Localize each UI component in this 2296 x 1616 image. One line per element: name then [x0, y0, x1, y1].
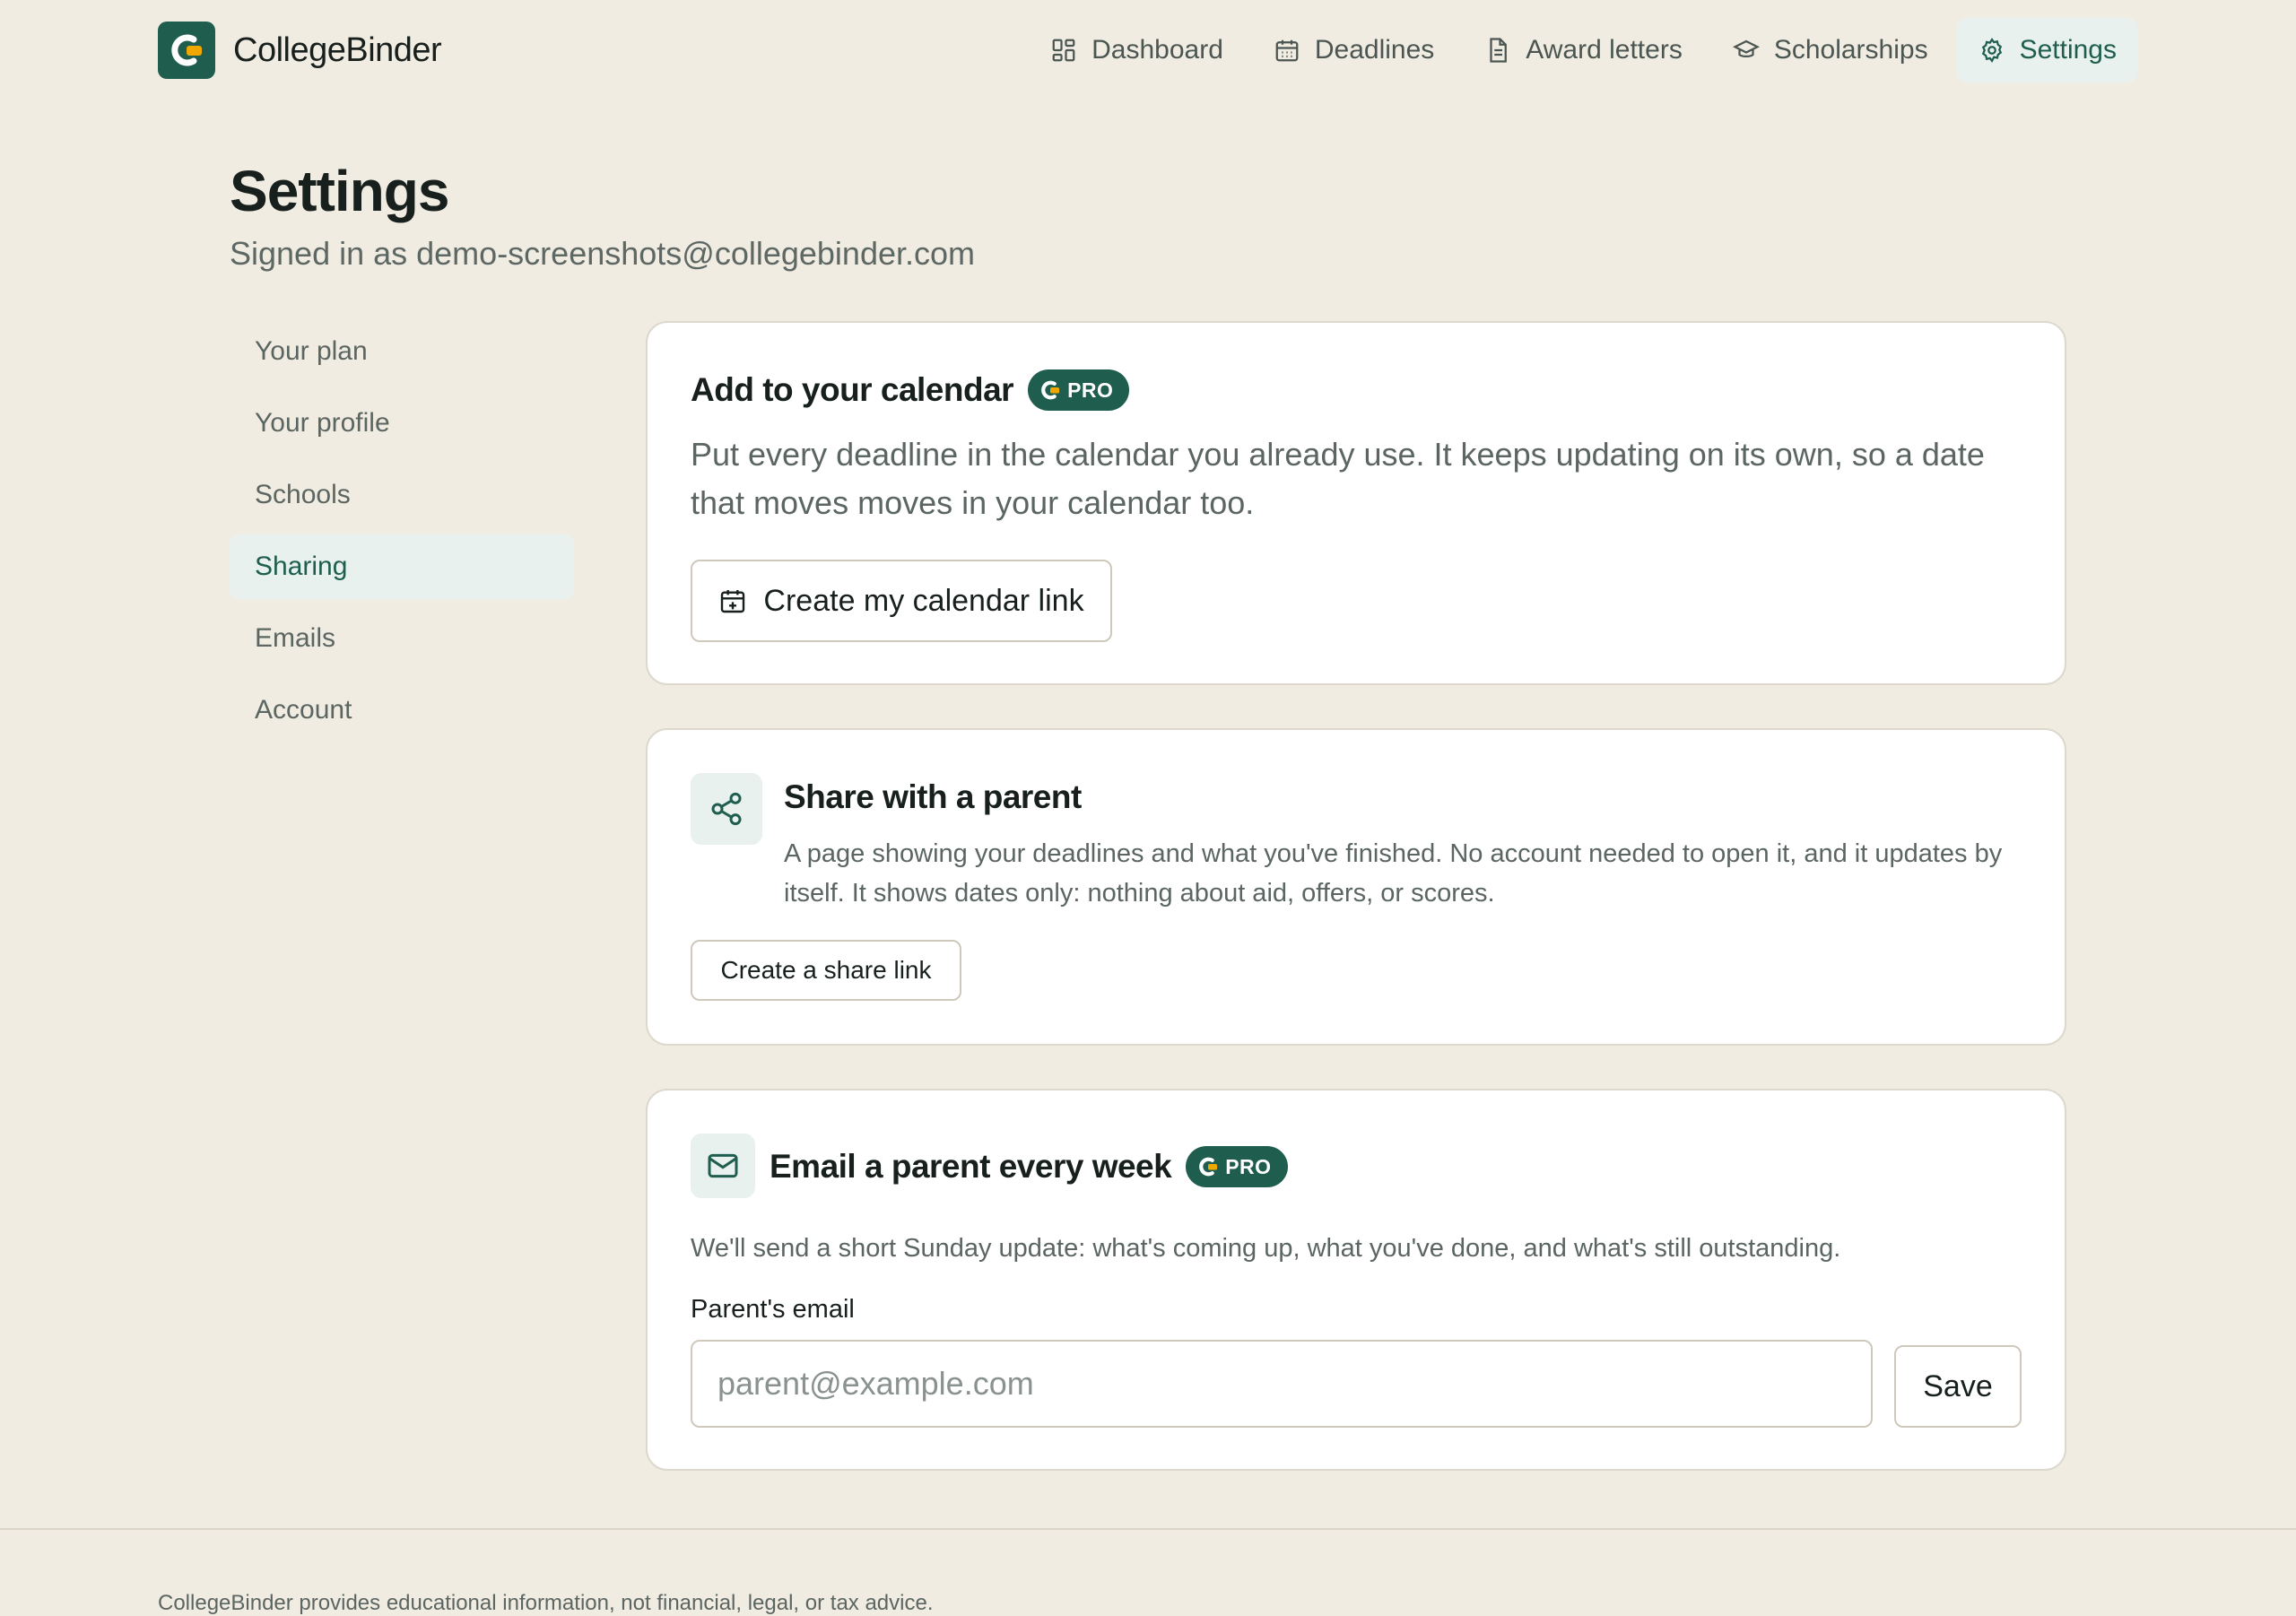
- footer-divider: [0, 1528, 2296, 1530]
- calendar-card-title: Add to your calendar: [691, 371, 1014, 408]
- nav-award-letters-label: Award letters: [1526, 35, 1683, 65]
- settings-sidebar: Your plan Your profile Schools Sharing E…: [230, 319, 574, 750]
- footer-disclaimer: CollegeBinder provides educational infor…: [158, 1591, 934, 1615]
- parent-email-field[interactable]: [691, 1340, 1873, 1428]
- pro-badge: PRO: [1186, 1146, 1288, 1187]
- create-calendar-link-label: Create my calendar link: [763, 583, 1084, 618]
- nav-deadlines-label: Deadlines: [1314, 35, 1435, 65]
- nav-scholarships[interactable]: Scholarships: [1711, 18, 1950, 83]
- nav-award-letters[interactable]: Award letters: [1463, 18, 1704, 83]
- parent-email-label: Parent's email: [691, 1295, 855, 1324]
- brand-name: CollegeBinder: [233, 30, 442, 69]
- calendar-icon: [1274, 37, 1300, 64]
- brand-mark-icon: [1196, 1155, 1220, 1178]
- graduation-cap-icon: [1732, 37, 1760, 64]
- mail-icon: [705, 1148, 741, 1184]
- share-card-description: A page showing your deadlines and what y…: [784, 839, 2003, 908]
- sidebar-item-your-plan[interactable]: Your plan: [230, 319, 574, 384]
- share-icon: [709, 791, 744, 827]
- pro-badge-label: PRO: [1225, 1154, 1272, 1178]
- sidebar-item-your-profile[interactable]: Your profile: [230, 391, 574, 456]
- sidebar-item-account[interactable]: Account: [230, 678, 574, 743]
- sidebar-item-schools[interactable]: Schools: [230, 463, 574, 527]
- brand-logo: [158, 22, 215, 79]
- gear-icon: [1979, 37, 2005, 64]
- share-card-title: Share with a parent: [784, 778, 1082, 815]
- dashboard-icon: [1050, 37, 1077, 64]
- pro-badge: PRO: [1028, 369, 1130, 411]
- main-nav: Dashboard Deadlines Award letters Schola…: [1029, 18, 2138, 83]
- calendar-plus-icon: [718, 586, 747, 615]
- nav-dashboard[interactable]: Dashboard: [1029, 18, 1245, 83]
- create-share-link-button[interactable]: Create a share link: [691, 940, 961, 1001]
- nav-scholarships-label: Scholarships: [1773, 35, 1928, 65]
- save-button[interactable]: Save: [1894, 1345, 2022, 1428]
- nav-dashboard-label: Dashboard: [1091, 35, 1223, 65]
- sidebar-item-emails[interactable]: Emails: [230, 606, 574, 671]
- calendar-card-header: Add to your calendar PRO: [691, 369, 1130, 411]
- mail-icon-tile: [691, 1134, 755, 1198]
- document-icon: [1484, 37, 1511, 64]
- nav-settings[interactable]: Settings: [1956, 18, 2138, 83]
- calendar-card: Add to your calendar PRO Put every deadl…: [646, 321, 2066, 685]
- sidebar-item-sharing[interactable]: Sharing: [230, 534, 574, 599]
- brand[interactable]: CollegeBinder: [158, 22, 442, 79]
- weekly-email-card: Email a parent every week PRO We'll send…: [646, 1089, 2066, 1471]
- calendar-card-description: Put every deadline in the calendar you a…: [691, 436, 1985, 521]
- brand-mark-icon: [1039, 378, 1062, 402]
- weekly-email-card-description: We'll send a short Sunday update: what's…: [691, 1234, 1841, 1263]
- pro-badge-label: PRO: [1067, 378, 1114, 402]
- share-icon-tile: [691, 773, 762, 845]
- top-bar: CollegeBinder Dashboard Deadlines Award …: [0, 0, 2296, 102]
- page-title: Settings: [230, 159, 449, 223]
- share-card: Share with a parent A page showing your …: [646, 728, 2066, 1046]
- create-calendar-link-button[interactable]: Create my calendar link: [691, 560, 1112, 642]
- nav-deadlines[interactable]: Deadlines: [1252, 18, 1456, 83]
- signed-in-text: Signed in as demo-screenshots@collegebin…: [230, 235, 976, 272]
- weekly-email-card-title: Email a parent every week: [770, 1148, 1172, 1185]
- nav-settings-label: Settings: [2019, 35, 2117, 65]
- weekly-email-card-header: Email a parent every week PRO: [770, 1146, 1288, 1187]
